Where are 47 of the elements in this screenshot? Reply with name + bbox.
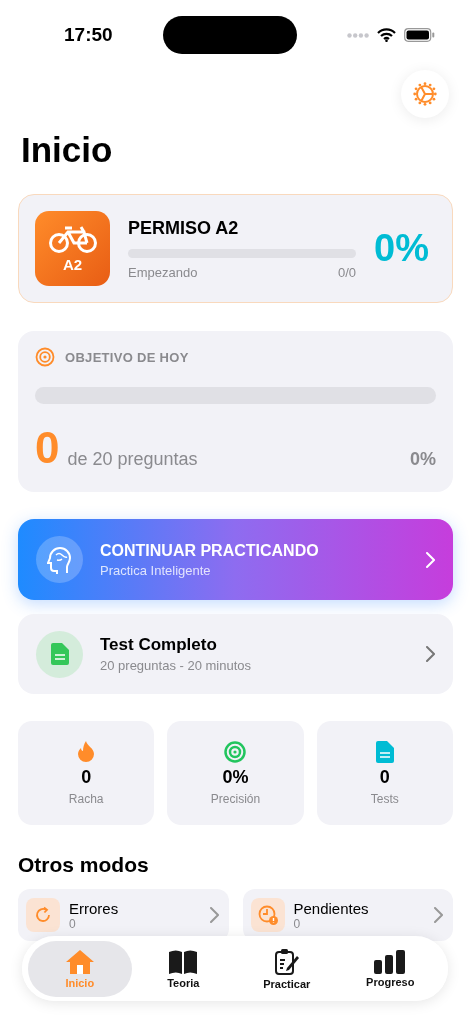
stat-value: 0: [81, 766, 92, 788]
chevron-icon: [434, 907, 443, 923]
license-badge: A2: [35, 211, 110, 286]
practice-button[interactable]: CONTINUAR PRACTICANDO Practica Inteligente: [18, 519, 453, 600]
tab[interactable]: Progreso: [338, 940, 442, 997]
clock-alert-icon: [256, 904, 279, 926]
chevron-icon: [426, 551, 435, 568]
signal-icon: [347, 32, 369, 38]
flame-icon: [77, 740, 96, 763]
settings-button[interactable]: [401, 70, 449, 118]
retry-icon: [33, 905, 53, 925]
book-icon: [168, 948, 199, 975]
answered-count: 0: [35, 426, 60, 470]
stat-value: 0%: [222, 766, 249, 788]
bar-chart-icon: [374, 949, 407, 974]
target-icon: [35, 347, 55, 367]
stage-label: Empezando: [128, 264, 198, 280]
bicycle-icon: [47, 224, 98, 254]
status-time: 17:50: [64, 24, 113, 46]
tab[interactable]: Teoria: [131, 940, 235, 997]
question-count: 0/0: [337, 264, 356, 280]
stat-label: Tests: [370, 791, 399, 806]
page-title: Inicio: [21, 130, 114, 171]
battery-icon: [404, 28, 435, 42]
tab[interactable]: Practicar: [235, 940, 339, 997]
license-name: PERMISO A2: [128, 217, 240, 239]
clipboard-edit-icon: [273, 947, 300, 976]
document-icon: [36, 630, 83, 678]
section-heading: Otros modos: [18, 853, 150, 877]
chevron-icon: [426, 646, 435, 662]
goal-percent: 0%: [410, 449, 436, 470]
test-button[interactable]: Test Completo 20 preguntas - 20 minutos: [18, 614, 453, 694]
license-card[interactable]: A2 PERMISO A2 Empezando 0/0 0%: [18, 194, 453, 303]
progress-percent: 0%: [374, 227, 430, 270]
stat-value: 0: [379, 766, 390, 788]
target-icon: [224, 740, 247, 763]
wifi-icon: [377, 28, 396, 42]
goal-heading: OBJETIVO DE HOY: [65, 349, 189, 365]
home-icon: [64, 948, 95, 975]
document-icon: [375, 740, 394, 763]
stat-label: Racha: [68, 791, 104, 806]
stat-label: Precisión: [210, 791, 261, 806]
mode-button[interactable]: Errores 0: [18, 889, 229, 941]
settings-icon: [413, 82, 437, 106]
mode-button[interactable]: Pendientes 0: [242, 889, 453, 941]
goal-target: de 20 preguntas: [67, 449, 199, 470]
chevron-icon: [209, 907, 219, 923]
